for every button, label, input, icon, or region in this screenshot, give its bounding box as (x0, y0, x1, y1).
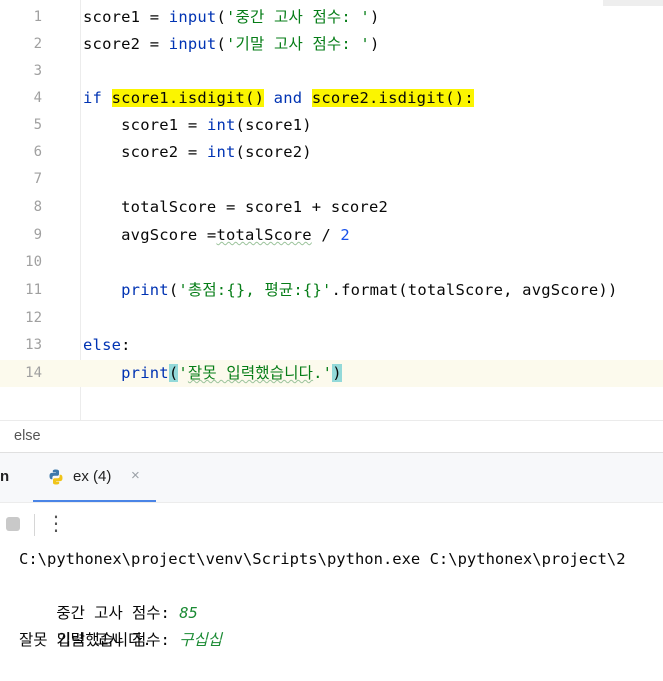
code-token: (score2) (235, 143, 312, 161)
code-token: ) (369, 35, 380, 53)
code-line-5[interactable]: 5 score1 = int(score1) (0, 112, 663, 139)
code-token: score1 = (121, 116, 207, 134)
stop-icon[interactable] (6, 517, 20, 531)
console-output[interactable]: C:\pythonex\project\venv\Scripts\python.… (0, 545, 663, 663)
breadcrumb-item[interactable]: else (14, 428, 41, 444)
code-line-4[interactable]: 4 if score1.isdigit() and score2.isdigit… (0, 85, 663, 112)
code-line-12[interactable]: 12 (0, 305, 663, 332)
code-token: (score1) (235, 116, 312, 134)
line-number: 6 (33, 144, 42, 160)
keyword-else: else (83, 336, 122, 354)
code-line-7[interactable]: 7 (0, 166, 663, 193)
code-text: totalScore = score1 + score2 (83, 198, 389, 216)
line-number: 12 (25, 310, 42, 326)
code-token: score2 = (121, 143, 207, 161)
toolbar-separator (34, 514, 35, 536)
keyword-if: if (83, 89, 103, 107)
string-literal: ' (178, 364, 188, 382)
line-number: 11 (25, 282, 42, 298)
console-line: 기말 고사 점수: 구십십 (19, 600, 222, 649)
console-line: 중간 고사 점수: 85 (19, 573, 198, 622)
console-output-line: 잘못 입력했습니다. (19, 631, 152, 649)
console-command-line: C:\pythonex\project\venv\Scripts\python.… (19, 550, 626, 568)
code-token: input (168, 8, 217, 26)
code-token: input (168, 35, 217, 53)
code-token: / (311, 226, 341, 244)
run-tool-window-header: n ex (4) × (0, 452, 663, 503)
code-editor[interactable]: 1 score1 = input('중간 고사 점수: ') 2 score2 … (0, 0, 663, 420)
line-number: 9 (33, 227, 42, 243)
code-token: int (206, 143, 236, 161)
code-line-9[interactable]: 9 avgScore =totalScore / 2 (0, 222, 663, 249)
string-literal: '기말 고사 점수: ' (226, 35, 370, 53)
line-number: 3 (33, 63, 42, 79)
line-number: 7 (33, 171, 42, 187)
breadcrumb[interactable]: else (0, 420, 663, 453)
matched-brace: ) (332, 364, 342, 382)
warning-underlined-token: totalScore (216, 226, 312, 244)
tab-run-ex[interactable]: ex (4) × (33, 453, 156, 503)
code-token: ( (168, 281, 179, 299)
code-line-11[interactable]: 11 print('총점:{}, 평균:{}'.format(totalScor… (0, 277, 663, 304)
user-input: 구십십 (179, 631, 222, 649)
run-toolbar: ⋮ (0, 502, 663, 546)
run-window-title: n (0, 468, 10, 485)
string-literal-typo: 잘못 입력했습니다 (187, 364, 314, 382)
line-number: 14 (25, 365, 42, 381)
highlighted-expression: score1.isdigit() (111, 89, 265, 107)
line-number: 5 (33, 117, 42, 133)
line-number: 13 (25, 337, 42, 353)
code-token: int (206, 116, 236, 134)
line-number: 8 (33, 199, 42, 215)
more-options-icon[interactable]: ⋮ (46, 509, 66, 537)
string-literal: '중간 고사 점수: ' (226, 8, 370, 26)
line-number: 1 (33, 9, 42, 25)
code-token: print (121, 364, 169, 382)
matched-brace: ( (168, 364, 179, 382)
python-icon (49, 469, 63, 485)
code-line-3[interactable]: 3 (0, 58, 663, 85)
code-token: score1 = (83, 8, 169, 26)
line-number: 2 (33, 36, 42, 52)
code-token: print (121, 281, 169, 299)
code-line-14-current[interactable]: 14 print('잘못 입력했습니다.') (0, 360, 663, 387)
code-token: : (121, 336, 131, 354)
string-literal: '총점:{}, 평균:{}' (178, 281, 332, 299)
code-line-1[interactable]: 1 score1 = input('중간 고사 점수: ') (0, 4, 663, 31)
line-number: 4 (33, 90, 42, 106)
code-token: score2 = (83, 35, 169, 53)
code-line-8[interactable]: 8 totalScore = score1 + score2 (0, 194, 663, 221)
highlighted-expression: score2.isdigit(): (311, 89, 474, 107)
code-token: .format(totalScore, avgScore)) (331, 281, 618, 299)
code-line-10[interactable]: 10 (0, 249, 663, 276)
code-token: ) (369, 8, 380, 26)
line-number: 10 (25, 254, 42, 270)
keyword-and: and (264, 89, 312, 107)
close-icon[interactable]: × (131, 467, 140, 484)
code-token: ( (216, 8, 227, 26)
string-literal: .' (313, 364, 333, 382)
code-token: avgScore = (83, 226, 217, 244)
code-line-6[interactable]: 6 score2 = int(score2) (0, 139, 663, 166)
tab-label: ex (4) (73, 468, 112, 485)
code-token: ( (216, 35, 227, 53)
code-line-13[interactable]: 13 else: (0, 332, 663, 359)
code-line-2[interactable]: 2 score2 = input('기말 고사 점수: ') (0, 31, 663, 58)
number-literal: 2 (340, 226, 350, 244)
